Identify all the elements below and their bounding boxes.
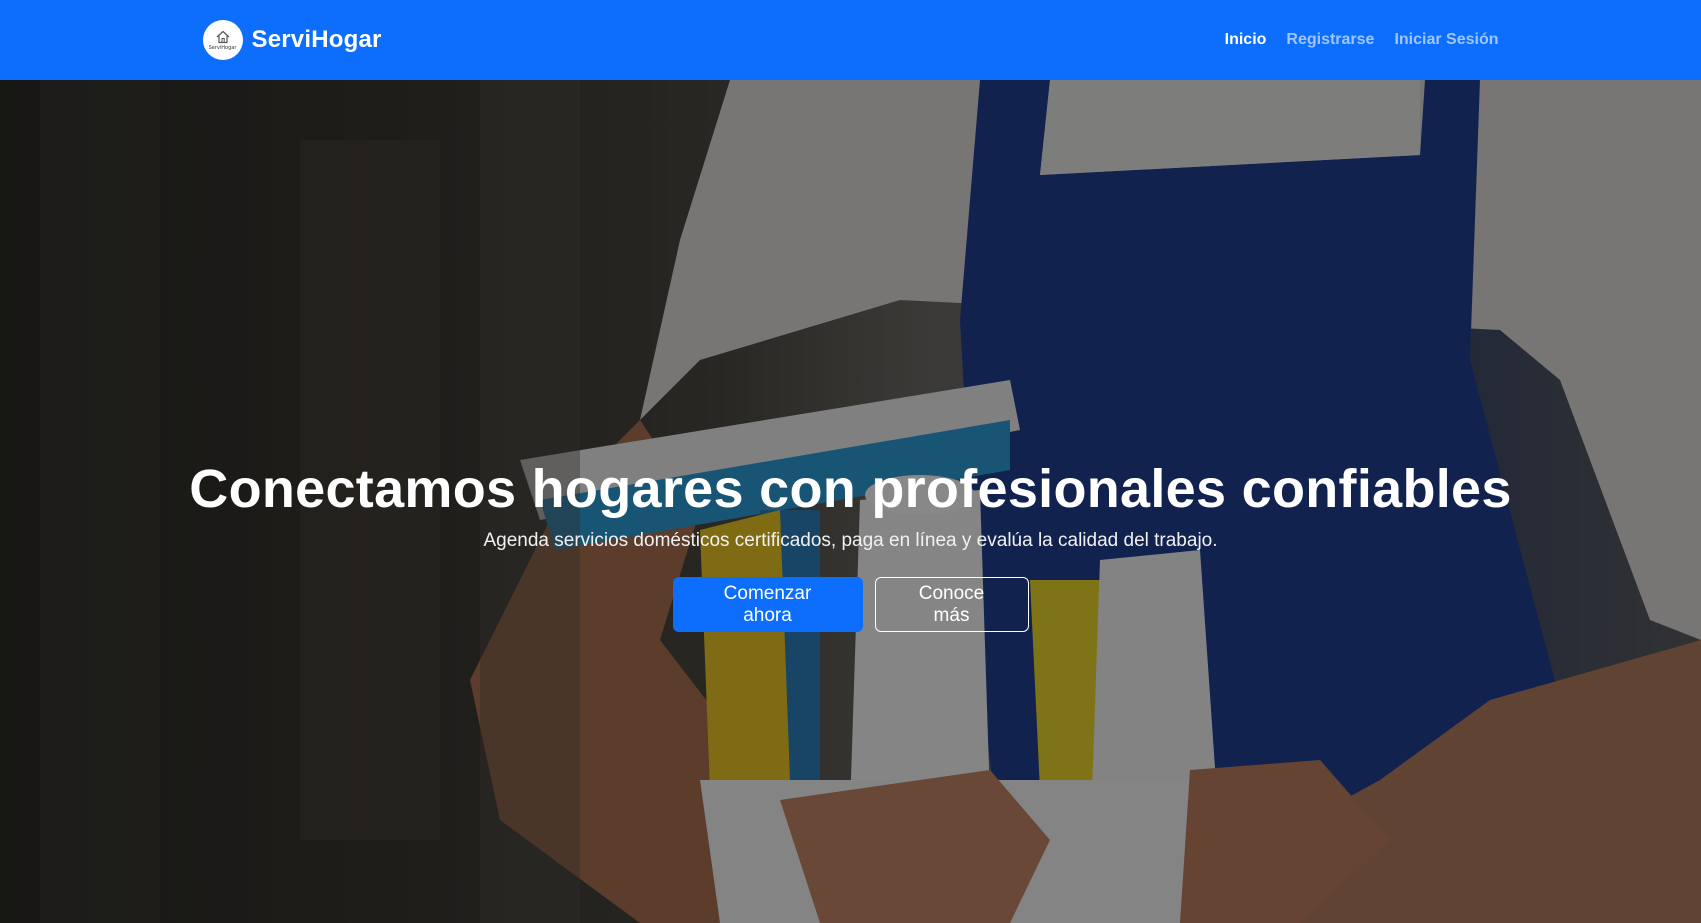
brand-name: ServiHogar [251,26,382,53]
nav-link-registrarse[interactable]: Registrarse [1286,31,1374,49]
nav-link-iniciar-sesion[interactable]: Iniciar Sesión [1394,31,1498,49]
hero-subtitle: Agenda servicios domésticos certificados… [483,530,1218,551]
nav-links: Inicio Registrarse Iniciar Sesión [1225,31,1499,49]
hero-buttons: Comenzar ahora Conoce más [0,577,1701,632]
comenzar-ahora-button[interactable]: Comenzar ahora [672,577,863,632]
hero-section: Conectamos hogares con profesionales con… [0,80,1701,923]
navbar: ServiHogar ServiHogar Inicio Registrarse… [0,0,1701,80]
house-icon [216,30,229,43]
navbar-container: ServiHogar ServiHogar Inicio Registrarse… [202,20,1499,60]
hero-content: Conectamos hogares con profesionales con… [0,457,1701,632]
brand-link[interactable]: ServiHogar ServiHogar [202,20,382,60]
nav-link-inicio[interactable]: Inicio [1225,31,1267,49]
brand-logo-text: ServiHogar [208,44,237,51]
conoce-mas-button[interactable]: Conoce más [874,577,1029,632]
brand-logo: ServiHogar [202,20,243,60]
hero-title: Conectamos hogares con profesionales con… [189,459,1512,519]
